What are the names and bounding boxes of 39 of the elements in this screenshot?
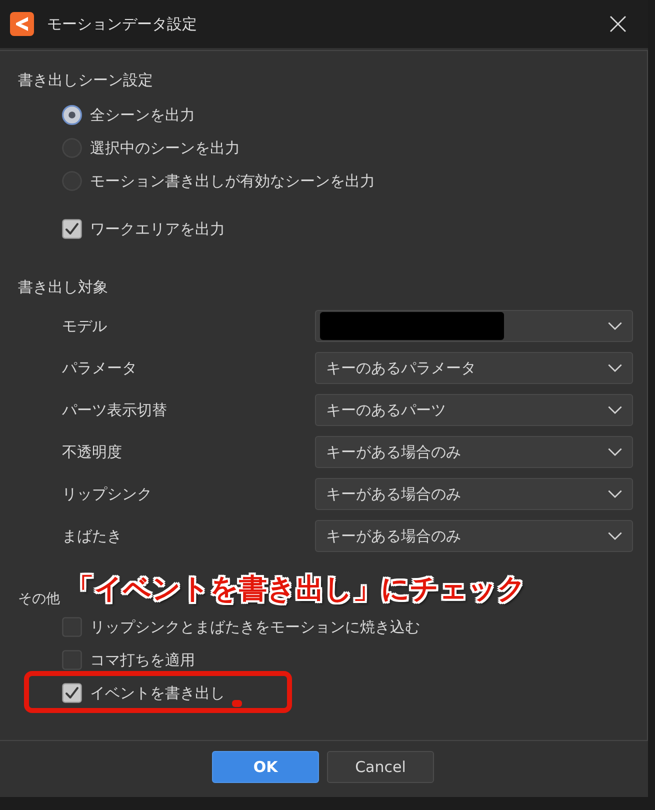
chevron-down-icon — [608, 490, 622, 498]
field-label: 不透明度 — [62, 443, 122, 461]
checkbox-label[interactable]: ワークエリアを出力 — [90, 218, 225, 240]
field-label: パーツ表示切替 — [62, 401, 167, 419]
field-label: まばたき — [62, 527, 122, 545]
window-title: モーションデータ設定 — [47, 14, 197, 32]
cancel-button[interactable]: Cancel — [327, 751, 434, 783]
radio-label[interactable]: モーション書き出しが有効なシーンを出力 — [90, 170, 375, 192]
checkbox-label[interactable]: リップシンクとまばたきをモーションに焼き込む — [90, 616, 420, 638]
radio-label[interactable]: 全シーンを出力 — [90, 104, 195, 126]
checkbox[interactable] — [62, 682, 82, 702]
dropdown[interactable]: キーのあるパラメータ — [315, 352, 633, 384]
checkbox-label[interactable]: イベントを書き出し — [90, 682, 225, 704]
field-label: パラメータ — [62, 359, 137, 377]
dropdown[interactable]: キーがある場合のみ — [315, 436, 633, 468]
checkbox-label[interactable]: コマ打ちを適用 — [90, 648, 195, 670]
close-icon[interactable] — [610, 16, 626, 32]
chevron-down-icon — [608, 532, 622, 540]
annotation-text: 「イベントを書き出し」にチェック — [66, 572, 526, 606]
section-title: 書き出しシーン設定 — [18, 70, 153, 91]
chevron-down-icon — [608, 322, 622, 330]
chevron-down-icon — [608, 406, 622, 414]
chevron-down-icon — [608, 448, 622, 456]
field-label: リップシンク — [62, 485, 152, 503]
radio-label[interactable]: 選択中のシーンを出力 — [90, 136, 240, 158]
field-label: モデル — [62, 317, 107, 335]
app-logo-icon — [10, 12, 34, 36]
section-title: 書き出し対象 — [18, 277, 108, 298]
radio-button[interactable] — [62, 104, 82, 124]
dropdown[interactable]: キーがある場合のみ — [315, 478, 633, 510]
section-title: その他 — [18, 590, 60, 609]
dropdown[interactable]: キーがある場合のみ — [315, 520, 633, 552]
checkbox[interactable] — [62, 650, 82, 670]
ok-button[interactable]: OK — [212, 751, 319, 783]
dropdown[interactable]: キーのあるパーツ — [315, 394, 633, 426]
dropdown[interactable] — [315, 310, 633, 342]
checkbox[interactable] — [62, 616, 82, 636]
chevron-down-icon — [608, 364, 622, 372]
checkbox[interactable] — [62, 218, 82, 238]
